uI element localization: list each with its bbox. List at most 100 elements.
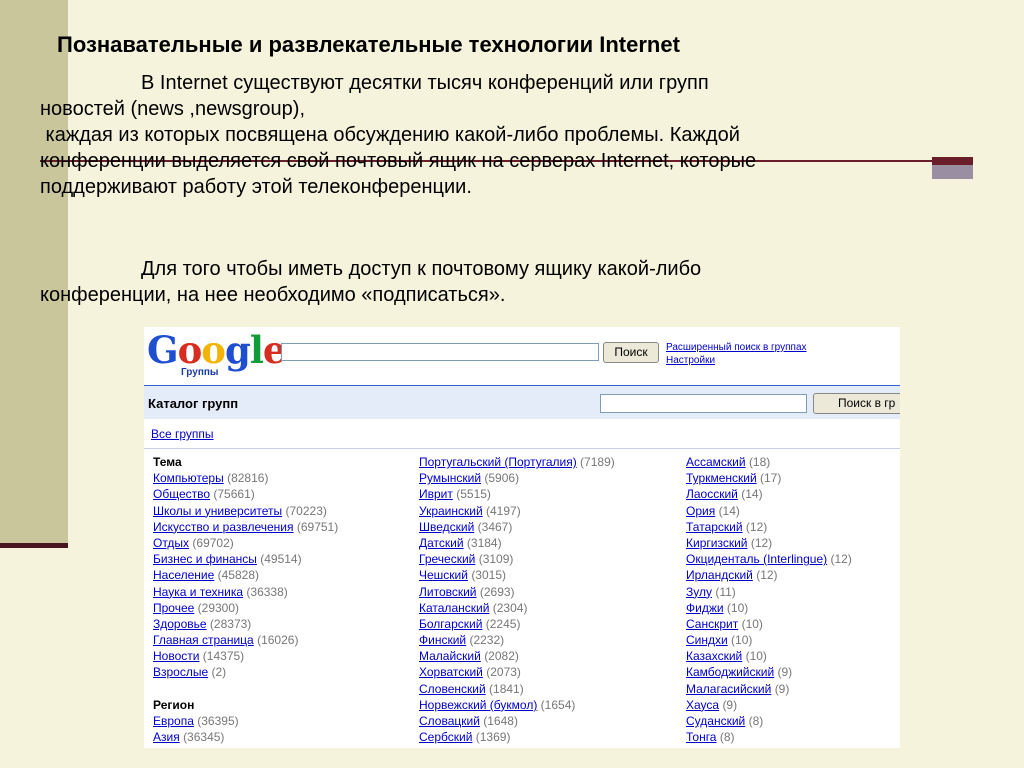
catalog-search-input[interactable] (600, 394, 807, 413)
google-groups-screenshot: Google Группы Поиск Расширенный поиск в … (144, 327, 900, 748)
group-list-item: Датский (3184) (419, 535, 615, 551)
group-list-item: Литовский (2693) (419, 584, 615, 600)
group-link[interactable]: Ассамский (686, 455, 746, 469)
group-count: (14) (741, 487, 763, 502)
group-count: (45828) (217, 568, 260, 583)
group-link[interactable]: Фиджи (686, 601, 724, 615)
group-link[interactable]: Финский (419, 633, 466, 647)
group-list-item: Суданский (8) (686, 713, 852, 729)
group-count: (9) (774, 681, 790, 696)
group-link[interactable]: Зулу (686, 585, 712, 599)
group-link[interactable]: Каталанский (419, 601, 489, 615)
group-link[interactable]: Бизнес и финансы (153, 552, 257, 566)
group-link[interactable]: Камбоджийский (686, 665, 774, 679)
group-link[interactable]: Наука и техника (153, 585, 243, 599)
group-link[interactable]: Ория (686, 504, 715, 518)
group-link[interactable]: Население (153, 568, 214, 582)
group-list-item: Туркменский (17) (686, 470, 852, 486)
group-link[interactable]: Хорватский (419, 665, 483, 679)
group-count: (9) (777, 665, 793, 680)
google-logo-subtitle: Группы (181, 367, 219, 378)
group-list-item: Казахский (10) (686, 648, 852, 664)
group-link[interactable]: Ирландский (686, 568, 753, 582)
group-count: (8) (748, 714, 764, 728)
search-button[interactable]: Поиск (603, 342, 659, 363)
group-link[interactable]: Школы и университеты (153, 504, 282, 518)
group-link[interactable]: Синдхи (686, 633, 728, 647)
group-list-item: Население (45828) (153, 567, 338, 583)
paragraph-1-line: конференции выделяется свой почтовый ящи… (40, 150, 757, 172)
group-link[interactable]: Окциденталь (Interlingue) (686, 552, 827, 566)
group-count: (11) (715, 584, 736, 599)
group-list-item: Финский (2232) (419, 632, 615, 648)
group-link[interactable]: Азия (153, 730, 180, 744)
group-link[interactable]: Греческий (419, 552, 475, 566)
group-link[interactable]: Словенский (419, 682, 486, 696)
group-link[interactable]: Санскрит (686, 617, 738, 631)
group-link[interactable]: Сербский (419, 730, 472, 744)
group-count: (49514) (260, 552, 302, 567)
group-link[interactable]: Литовский (419, 585, 477, 599)
group-list-item: Португальский (Португалия) (7189) (419, 454, 615, 470)
groups-search-input[interactable] (281, 343, 599, 361)
group-count: (36338) (246, 584, 288, 599)
group-list-item: Здоровье (28373) (153, 616, 338, 632)
group-link[interactable]: Малайский (419, 649, 481, 663)
group-list-item: Окциденталь (Interlingue) (12) (686, 551, 852, 567)
group-link[interactable]: Тонга (686, 730, 716, 744)
group-link[interactable]: Португальский (Португалия) (419, 455, 577, 469)
group-link[interactable]: Датский (419, 536, 464, 550)
group-list-item: Европа (36395) (153, 713, 338, 729)
group-count: (1648) (483, 714, 518, 728)
group-link[interactable]: Искусство и развлечения (153, 520, 294, 534)
group-link[interactable]: Лаосский (686, 487, 738, 501)
paragraph-1-line: каждая из которых посвящена обсуждению к… (40, 124, 740, 146)
group-count: (10) (741, 616, 763, 631)
group-list-item: Малагасийский (9) (686, 681, 852, 697)
group-count: (2232) (469, 633, 505, 648)
group-link[interactable]: Европа (153, 714, 194, 728)
group-list-item: Отдых (69702) (153, 535, 338, 551)
decor-line-bottom (0, 543, 68, 548)
group-link[interactable]: Здоровье (153, 617, 207, 631)
group-list-item: Хауса (9) (686, 697, 852, 713)
group-link[interactable]: Малагасийский (686, 682, 771, 696)
group-link[interactable]: Новости (153, 649, 199, 663)
group-link[interactable]: Туркменский (686, 471, 757, 485)
divider (144, 448, 900, 449)
settings-link[interactable]: Настройки (666, 354, 715, 367)
google-logo[interactable]: Google Группы (147, 331, 286, 381)
group-link[interactable]: Отдых (153, 536, 189, 550)
group-count: (75661) (213, 487, 255, 502)
group-list-item: Каталанский (2304) (419, 600, 615, 616)
group-link[interactable]: Татарский (686, 520, 743, 534)
group-link[interactable]: Болгарский (419, 617, 482, 631)
advanced-search-link[interactable]: Расширенный поиск в группах (666, 341, 807, 354)
group-list-item: Тонга (8) (686, 729, 852, 745)
group-count: (14) (718, 503, 740, 518)
group-link[interactable]: Украинский (419, 504, 483, 518)
all-groups-link[interactable]: Все группы (151, 427, 214, 441)
group-list-item: Ассамский (18) (686, 454, 852, 470)
group-link[interactable]: Взрослые (153, 665, 208, 679)
group-link[interactable]: Норвежский (букмол) (419, 698, 537, 712)
group-list-item: Шведский (3467) (419, 519, 615, 535)
group-link[interactable]: Суданский (686, 714, 745, 728)
group-link[interactable]: Прочее (153, 601, 194, 615)
group-link[interactable]: Шведский (419, 520, 474, 534)
group-count: (5515) (456, 487, 491, 502)
group-count: (17) (760, 471, 782, 486)
group-link[interactable]: Чешский (419, 568, 468, 582)
group-link[interactable]: Казахский (686, 649, 742, 663)
group-link[interactable]: Иврит (419, 487, 453, 501)
group-link[interactable]: Киргизский (686, 536, 747, 550)
group-link[interactable]: Словацкий (419, 714, 480, 728)
catalog-search-button[interactable]: Поиск в гр (813, 393, 900, 414)
group-list-item: Азия (36345) (153, 729, 338, 745)
group-link[interactable]: Румынский (419, 471, 481, 485)
group-link[interactable]: Главная страница (153, 633, 254, 647)
group-list-item: Румынский (5906) (419, 470, 615, 486)
group-link[interactable]: Общество (153, 487, 210, 501)
group-link[interactable]: Хауса (686, 698, 719, 712)
group-link[interactable]: Компьютеры (153, 471, 224, 485)
